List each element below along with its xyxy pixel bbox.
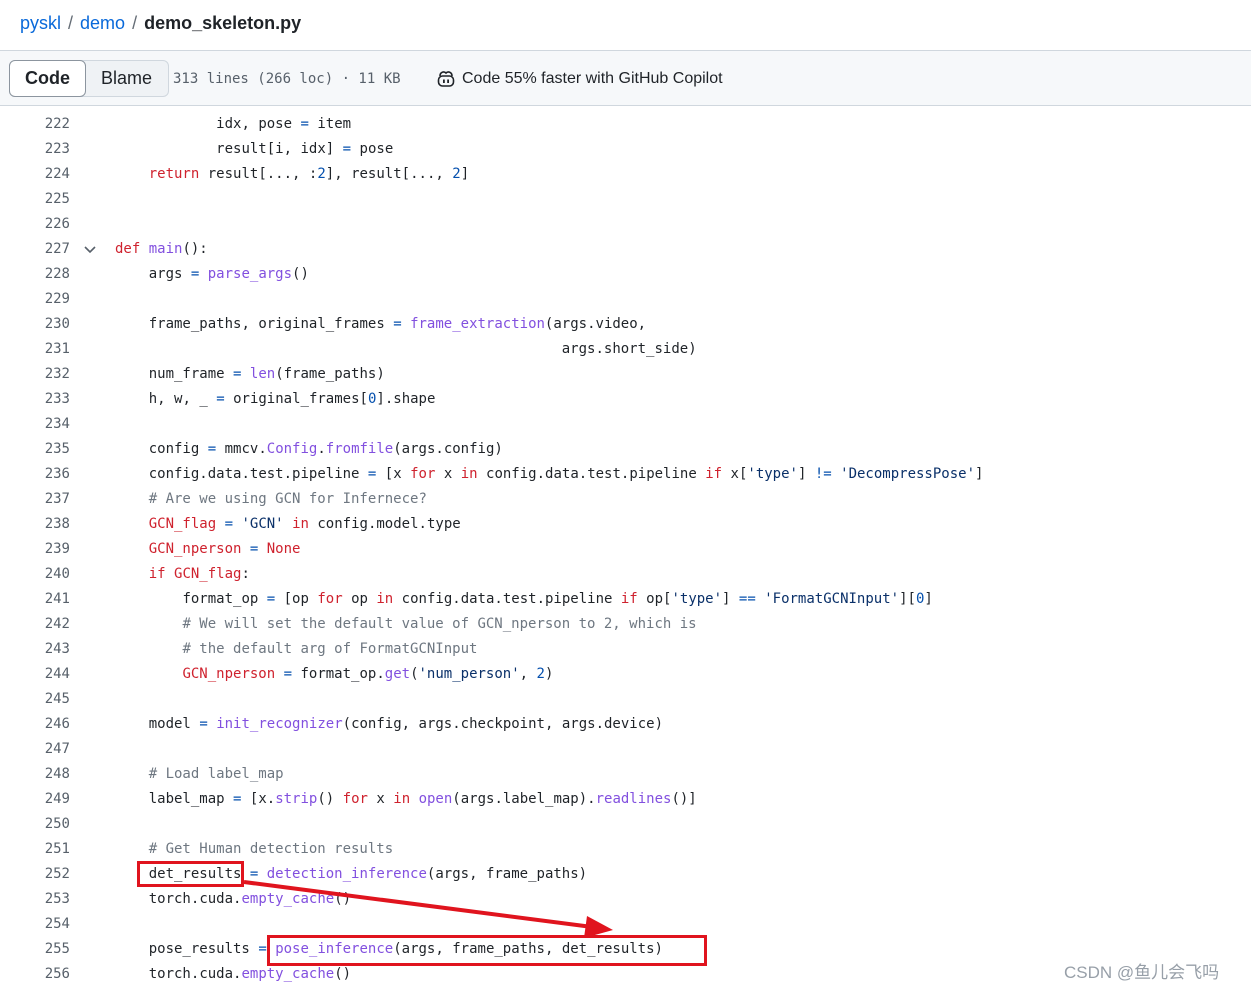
annotation-arrow bbox=[243, 880, 613, 938]
watermark-text: CSDN @鱼儿会飞吗 bbox=[1064, 963, 1220, 982]
